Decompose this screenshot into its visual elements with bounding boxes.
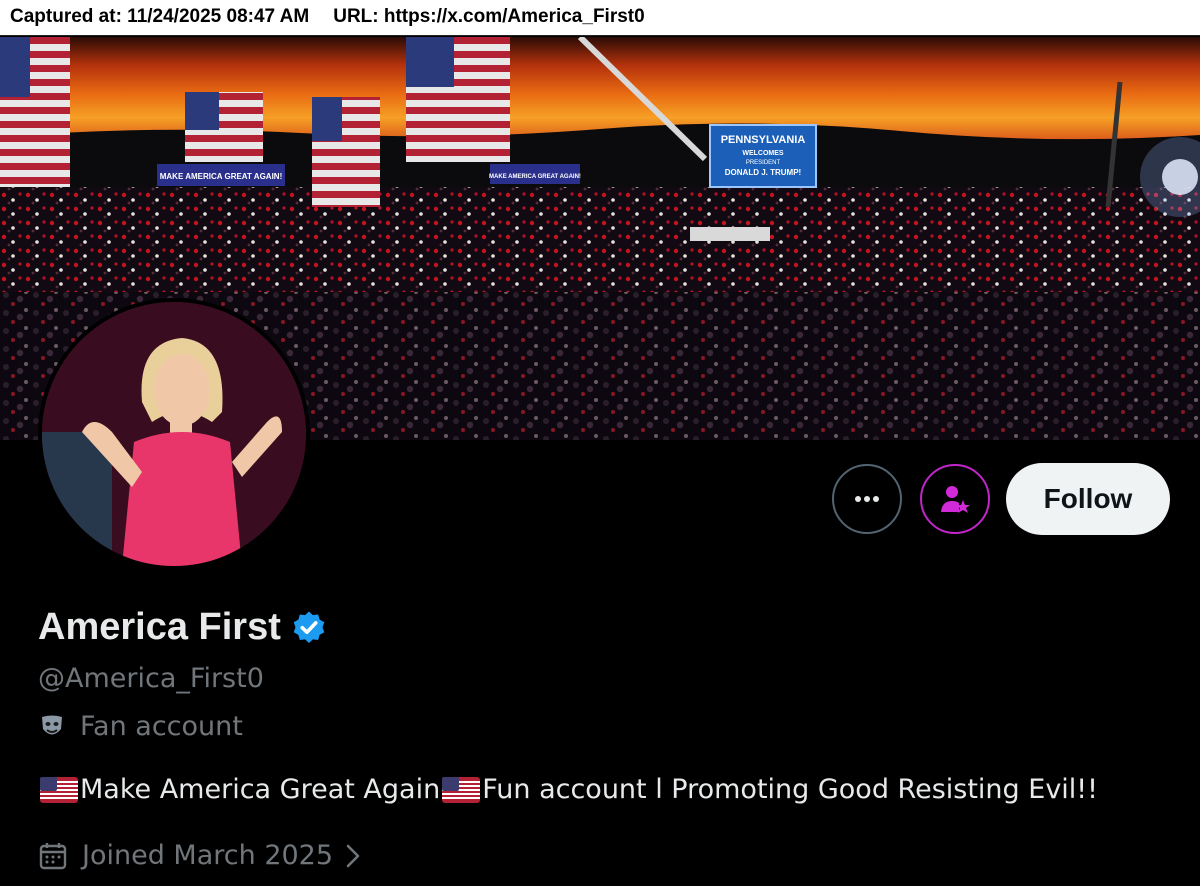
name-row: America First [38,606,327,649]
more-options-button[interactable] [832,464,902,534]
banner-sign-left: MAKE AMERICA GREAT AGAIN! [160,172,283,181]
capture-url: URL: https://x.com/America_First0 [333,6,645,27]
bio-text-part1: Make America Great Again [80,774,441,805]
screen-line-4: DONALD J. TRUMP! [725,168,801,177]
us-flag-icon [442,776,481,803]
screen-line-2: WELCOMES [742,150,784,157]
capture-header: Captured at: 11/24/2025 08:47 AM URL: htt… [0,0,1200,36]
chevron-right-icon [346,844,360,867]
theater-mask-icon [42,715,62,734]
display-name: America First [38,606,281,648]
screen-line-3: PRESIDENT [746,160,781,166]
bio-text-part2: Fun account l Promoting Good Resisting E… [482,774,1098,805]
profile-bio: Make America Great Again Fun account l P… [38,774,1098,805]
more-horizontal-icon [855,496,879,502]
profile-handle: @America_First0 [38,663,264,694]
verified-badge-icon[interactable] [291,610,327,646]
avatar-image [42,302,306,566]
subscribe-person-star-icon [941,486,970,513]
calendar-icon [39,842,67,869]
subscribe-button[interactable] [920,464,990,534]
banner-sign-center: MAKE AMERICA GREAT AGAIN! [489,174,581,180]
account-label-text: Fan account [80,711,243,742]
us-flag-icon [40,776,78,803]
account-label[interactable]: Fan account [38,711,243,742]
screen-line-1: PENNSYLVANIA [721,134,806,146]
capture-timestamp: Captured at: 11/24/2025 08:47 AM [10,6,310,27]
profile-avatar[interactable] [38,298,310,570]
joined-date[interactable]: Joined March 2025 [38,840,363,871]
follow-button[interactable]: Follow [1006,463,1170,535]
joined-text: Joined March 2025 [82,840,334,871]
